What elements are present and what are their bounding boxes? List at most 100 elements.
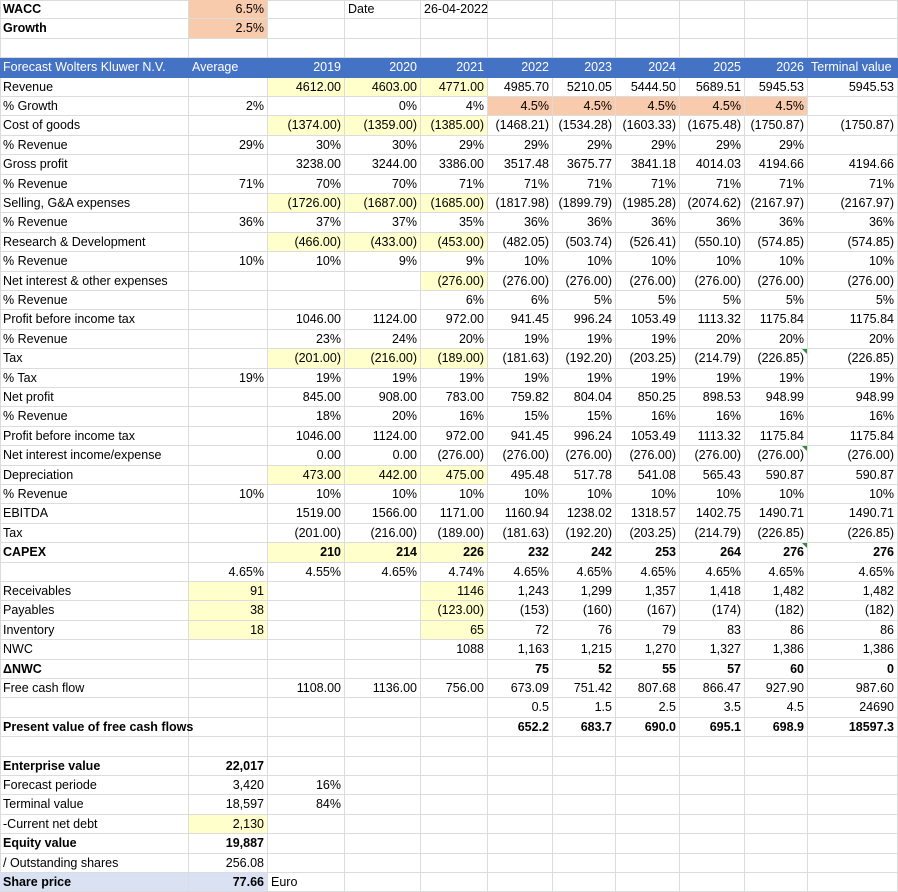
value-cell[interactable]: 996.24 <box>553 426 616 447</box>
value-cell[interactable]: 36% <box>745 213 808 233</box>
value-cell[interactable]: 590.87 <box>808 465 898 485</box>
cell[interactable] <box>616 737 680 757</box>
cell[interactable] <box>745 795 808 815</box>
date-label[interactable]: Date <box>345 0 421 20</box>
value-cell[interactable]: 76 <box>553 620 616 641</box>
cell[interactable] <box>553 814 616 835</box>
value-cell[interactable]: (1603.33) <box>616 116 680 136</box>
value-cell[interactable]: 495.48 <box>488 465 553 485</box>
value-cell[interactable]: 10% <box>268 485 345 505</box>
value-cell[interactable] <box>808 97 898 117</box>
value-cell[interactable] <box>345 582 421 602</box>
value-cell[interactable]: 29% <box>680 135 745 156</box>
value-cell[interactable]: 941.45 <box>488 310 553 330</box>
value-cell[interactable] <box>189 446 268 466</box>
value-cell[interactable]: 0.00 <box>345 446 421 466</box>
cell[interactable] <box>488 834 553 854</box>
cell[interactable] <box>421 737 488 757</box>
value-cell[interactable]: 36% <box>616 213 680 233</box>
value-cell[interactable]: 15% <box>553 407 616 427</box>
header-cell[interactable]: 2022 <box>488 58 553 78</box>
summary-label[interactable]: Equity value <box>0 834 189 854</box>
cell[interactable] <box>0 737 189 757</box>
value-cell[interactable]: (192.20) <box>553 349 616 369</box>
value-cell[interactable]: 232 <box>488 543 553 563</box>
cell[interactable] <box>421 834 488 854</box>
value-cell[interactable]: 71% <box>553 174 616 194</box>
value-cell[interactable]: (276.00) <box>553 271 616 291</box>
value-cell[interactable] <box>268 620 345 641</box>
value-cell[interactable] <box>268 640 345 660</box>
value-cell[interactable]: 1,357 <box>616 582 680 602</box>
cell[interactable] <box>616 776 680 796</box>
value-cell[interactable]: 10% <box>745 252 808 272</box>
value-cell[interactable] <box>189 679 268 699</box>
value-cell[interactable] <box>189 426 268 447</box>
value-cell[interactable] <box>189 388 268 408</box>
cell[interactable] <box>680 853 745 873</box>
value-cell[interactable] <box>189 116 268 136</box>
value-cell[interactable]: 3.5 <box>680 698 745 718</box>
row-label[interactable]: NWC <box>0 640 189 660</box>
value-cell[interactable] <box>345 620 421 641</box>
value-cell[interactable]: 71% <box>745 174 808 194</box>
cell[interactable] <box>616 38 680 59</box>
row-label[interactable]: % Tax <box>0 368 189 388</box>
value-cell[interactable]: 4612.00 <box>268 77 345 97</box>
summary-label[interactable]: Enterprise value <box>0 756 189 776</box>
value-cell[interactable]: 850.25 <box>616 388 680 408</box>
value-cell[interactable]: 16% <box>745 407 808 427</box>
row-label[interactable]: % Revenue <box>0 407 189 427</box>
cell[interactable] <box>553 873 616 892</box>
cell[interactable] <box>745 814 808 835</box>
value-cell[interactable]: 1,418 <box>680 582 745 602</box>
summary-label[interactable]: Forecast periode <box>0 776 189 796</box>
summary-extra[interactable] <box>268 834 345 854</box>
value-cell[interactable]: (167) <box>616 601 680 621</box>
cell[interactable] <box>345 873 421 892</box>
summary-extra[interactable]: 16% <box>268 776 345 796</box>
value-cell[interactable]: 253 <box>616 543 680 563</box>
value-cell[interactable]: (203.25) <box>616 523 680 544</box>
value-cell[interactable]: 1113.32 <box>680 426 745 447</box>
cell[interactable] <box>745 776 808 796</box>
value-cell[interactable]: (1685.00) <box>421 194 488 214</box>
value-cell[interactable]: 908.00 <box>345 388 421 408</box>
cell[interactable] <box>553 0 616 20</box>
cell[interactable] <box>616 873 680 892</box>
value-cell[interactable]: 673.09 <box>488 679 553 699</box>
date-label[interactable] <box>345 19 421 39</box>
value-cell[interactable]: (503.74) <box>553 232 616 253</box>
value-cell[interactable]: 996.24 <box>553 310 616 330</box>
value-cell[interactable]: (2167.97) <box>808 194 898 214</box>
cell[interactable] <box>488 19 553 39</box>
value-cell[interactable]: 4.55% <box>268 562 345 582</box>
cell[interactable] <box>421 38 488 59</box>
value-cell[interactable]: (182) <box>808 601 898 621</box>
value-cell[interactable]: 19% <box>421 368 488 388</box>
value-cell[interactable]: 18% <box>268 407 345 427</box>
cell[interactable] <box>553 756 616 776</box>
value-cell[interactable]: 5% <box>616 291 680 311</box>
cell[interactable] <box>616 756 680 776</box>
row-label[interactable] <box>0 698 189 718</box>
value-cell[interactable]: 15% <box>488 407 553 427</box>
value-cell[interactable]: 541.08 <box>616 465 680 485</box>
cell[interactable] <box>421 873 488 892</box>
value-cell[interactable] <box>189 717 268 738</box>
row-label[interactable]: % Revenue <box>0 291 189 311</box>
summary-value[interactable]: 18,597 <box>189 795 268 815</box>
value-cell[interactable]: 5945.53 <box>745 77 808 97</box>
value-cell[interactable]: 10% <box>189 252 268 272</box>
value-cell[interactable]: 30% <box>345 135 421 156</box>
value-cell[interactable]: 695.1 <box>680 717 745 738</box>
value-cell[interactable]: 1,386 <box>745 640 808 660</box>
value-cell[interactable] <box>268 97 345 117</box>
summary-value[interactable]: 3,420 <box>189 776 268 796</box>
value-cell[interactable] <box>189 271 268 291</box>
row-label[interactable]: Profit before income tax <box>0 310 189 330</box>
cell[interactable] <box>616 19 680 39</box>
value-cell[interactable]: 10% <box>680 485 745 505</box>
cell[interactable] <box>488 853 553 873</box>
value-cell[interactable]: (453.00) <box>421 232 488 253</box>
